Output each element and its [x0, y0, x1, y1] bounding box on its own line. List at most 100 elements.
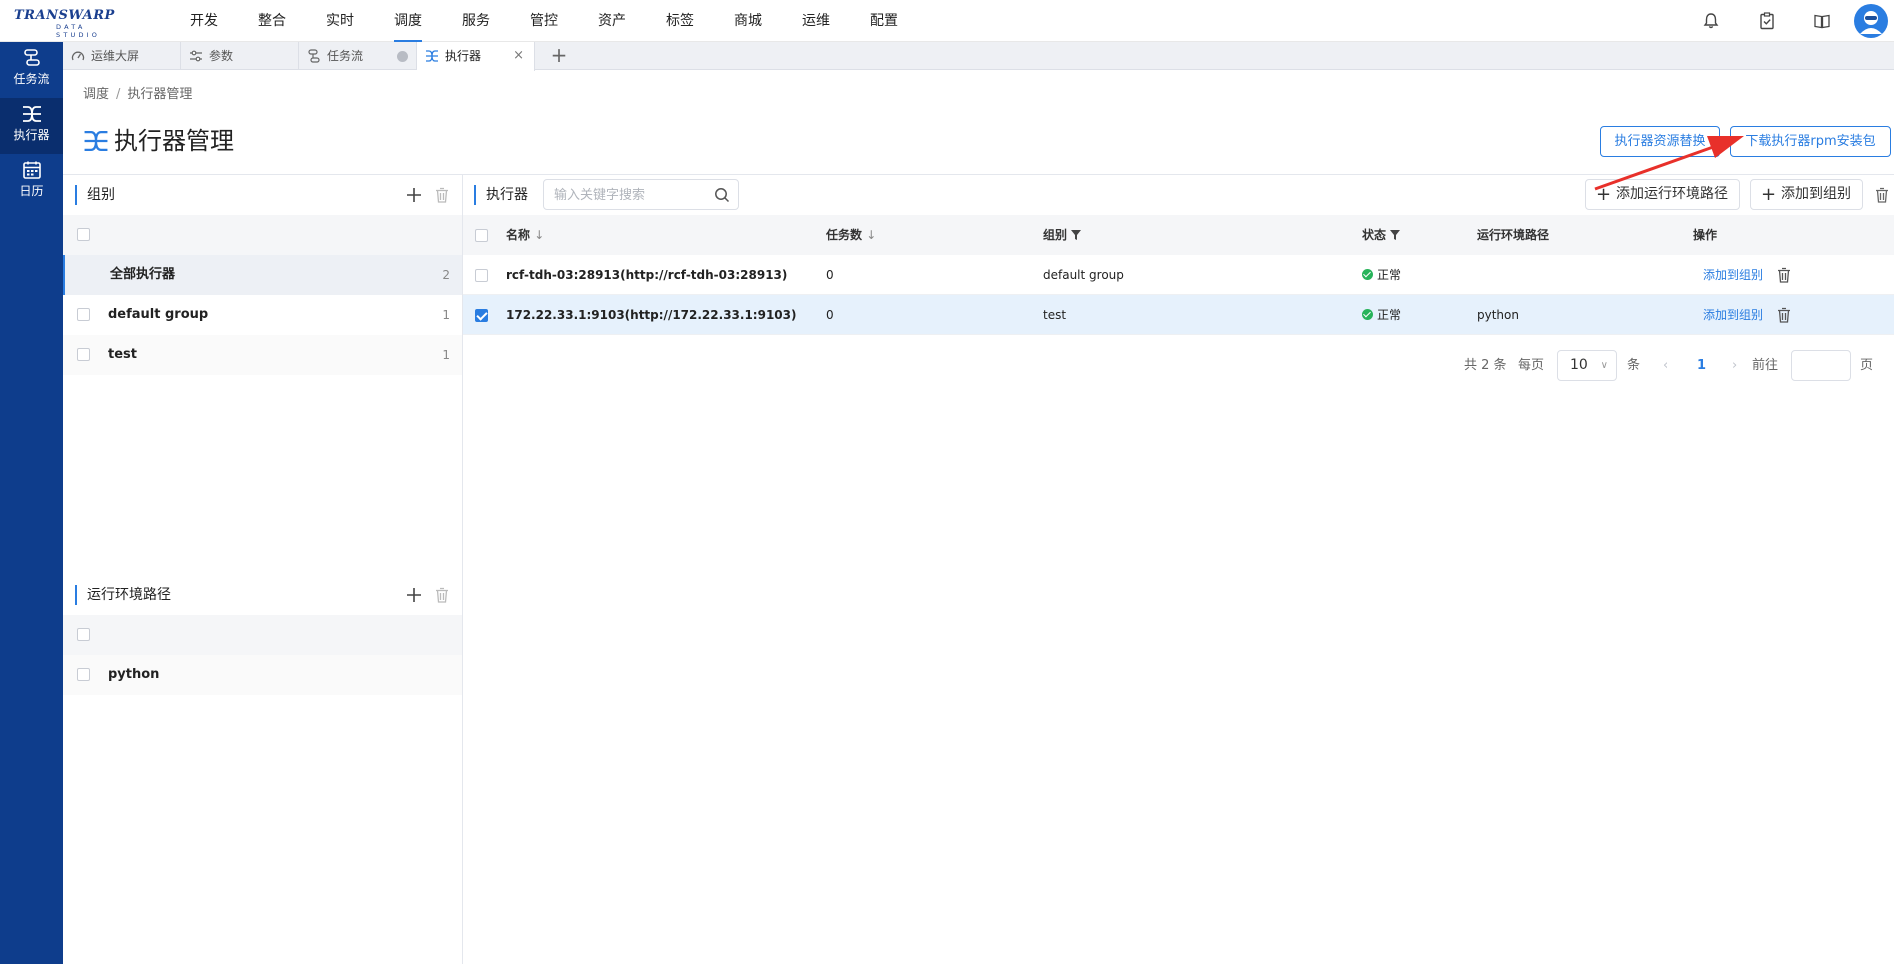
- delete-env-icon[interactable]: [433, 586, 451, 604]
- executor-icon: [22, 106, 41, 122]
- nav-item-ops[interactable]: 运维: [782, 0, 850, 42]
- group-item-all[interactable]: 全部执行器 2: [63, 255, 462, 295]
- sidebar-item-executor[interactable]: 执行器: [0, 98, 63, 154]
- add-to-group-link[interactable]: 添加到组别: [1703, 255, 1763, 295]
- nav-item-realtime[interactable]: 实时: [306, 0, 374, 42]
- replace-resource-button[interactable]: 执行器资源替换: [1600, 126, 1720, 157]
- group-list-header: [63, 215, 462, 255]
- env-panel-title: 运行环境路径: [75, 585, 171, 605]
- check-circle-icon: [1362, 269, 1373, 280]
- nav-item-schedule[interactable]: 调度: [374, 0, 442, 42]
- add-group-icon[interactable]: [405, 186, 423, 204]
- column-tasks[interactable]: 任务数 ↓: [826, 215, 876, 255]
- next-page-icon[interactable]: ›: [1732, 350, 1737, 381]
- executor-icon: [84, 130, 108, 152]
- filter-icon[interactable]: [1390, 230, 1401, 240]
- table-row[interactable]: 172.22.33.1:9103(http://172.22.33.1:9103…: [463, 295, 1894, 335]
- tab-executor[interactable]: 执行器 ×: [417, 42, 535, 71]
- nav-item-assets[interactable]: 资产: [578, 0, 646, 42]
- clipboard-check-icon[interactable]: [1757, 11, 1777, 31]
- search-icon[interactable]: [714, 187, 730, 203]
- group-item-count: 1: [442, 308, 450, 322]
- book-icon[interactable]: [1812, 11, 1832, 31]
- sort-icon[interactable]: ↓: [866, 228, 876, 242]
- column-env-path: 运行环境路径: [1477, 228, 1550, 242]
- row-checkbox[interactable]: [475, 269, 488, 282]
- nav-item-config[interactable]: 配置: [850, 0, 918, 42]
- column-actions: 操作: [1693, 228, 1718, 242]
- add-env-icon[interactable]: [405, 586, 423, 604]
- sidebar-item-calendar[interactable]: 日历: [0, 154, 63, 210]
- status-text: 正常: [1377, 308, 1402, 322]
- page-number-current[interactable]: 1: [1697, 350, 1706, 381]
- delete-row-icon[interactable]: [1775, 266, 1793, 284]
- pagination-unit: 条: [1627, 358, 1641, 373]
- select-all-env-checkbox[interactable]: [77, 628, 90, 641]
- tab-label: 任务流: [327, 49, 364, 63]
- filter-icon[interactable]: [1071, 230, 1082, 240]
- sort-icon[interactable]: ↓: [534, 228, 544, 242]
- add-to-group-link[interactable]: 添加到组别: [1703, 295, 1763, 335]
- group-item-test[interactable]: test 1: [63, 335, 462, 375]
- add-to-group-button[interactable]: + 添加到组别: [1750, 179, 1863, 210]
- nav-item-integrate[interactable]: 整合: [238, 0, 306, 42]
- tab-ops-dashboard[interactable]: 运维大屏: [63, 42, 181, 70]
- breadcrumb-separator: /: [116, 87, 121, 102]
- nav-item-control[interactable]: 管控: [510, 0, 578, 42]
- plus-icon: +: [1596, 184, 1612, 205]
- column-tasks-label: 任务数: [826, 228, 863, 242]
- calendar-icon: [22, 161, 41, 179]
- column-name[interactable]: 名称 ↓: [506, 215, 544, 255]
- page-size-select[interactable]: 10 ∨: [1557, 350, 1617, 381]
- group-checkbox[interactable]: [77, 348, 90, 361]
- nav-item-mall[interactable]: 商城: [714, 0, 782, 42]
- nav-item-tags[interactable]: 标签: [646, 0, 714, 42]
- tab-label: 执行器: [445, 49, 482, 63]
- content-divider: [63, 174, 1894, 175]
- top-bar: TRANSWARP DATA STUDIO 开发 整合 实时 调度 服务 管控 …: [0, 0, 1894, 42]
- column-status-label: 状态: [1362, 228, 1387, 242]
- tab-label: 运维大屏: [91, 49, 140, 63]
- select-all-groups-checkbox[interactable]: [77, 228, 90, 241]
- side-nav: 任务流 执行器 日历: [0, 42, 63, 964]
- tab-workflow[interactable]: 任务流: [299, 42, 417, 70]
- delete-row-icon[interactable]: [1775, 306, 1793, 324]
- add-env-path-button[interactable]: + 添加运行环境路径: [1585, 179, 1740, 210]
- row-checkbox[interactable]: [475, 309, 488, 322]
- env-item-python[interactable]: python: [63, 655, 462, 695]
- column-status[interactable]: 状态: [1362, 215, 1401, 255]
- nav-item-dev[interactable]: 开发: [170, 0, 238, 42]
- transwarp-logo[interactable]: TRANSWARP DATA STUDIO: [14, 8, 130, 40]
- unsaved-dot: [397, 51, 408, 62]
- logo-text: TRANSWARP: [14, 8, 115, 23]
- group-checkbox[interactable]: [77, 308, 90, 321]
- executor-name: rcf-tdh-03:28913(http://rcf-tdh-03:28913…: [506, 268, 788, 282]
- executor-status: 正常: [1362, 295, 1401, 335]
- download-rpm-button[interactable]: 下载执行器rpm安装包: [1730, 126, 1891, 157]
- env-list-header: [63, 615, 462, 655]
- breadcrumb-parent[interactable]: 调度: [83, 87, 109, 102]
- group-item-name: 全部执行器: [110, 267, 176, 282]
- search-input[interactable]: [554, 186, 704, 204]
- delete-group-icon[interactable]: [433, 186, 451, 204]
- goto-page-input[interactable]: [1791, 350, 1851, 381]
- group-item-default[interactable]: default group 1: [63, 295, 462, 335]
- prev-page-icon[interactable]: ‹: [1663, 350, 1668, 381]
- column-group[interactable]: 组别: [1043, 215, 1082, 255]
- add-to-group-label: 添加到组别: [1781, 186, 1851, 202]
- tab-params[interactable]: 参数: [181, 42, 299, 70]
- select-all-checkbox[interactable]: [475, 229, 488, 242]
- sidebar-item-workflow[interactable]: 任务流: [0, 42, 63, 98]
- nav-item-service[interactable]: 服务: [442, 0, 510, 42]
- search-field[interactable]: [543, 179, 739, 210]
- add-tab-button[interactable]: +: [545, 42, 573, 70]
- env-checkbox[interactable]: [77, 668, 90, 681]
- table-row[interactable]: rcf-tdh-03:28913(http://rcf-tdh-03:28913…: [463, 255, 1894, 295]
- bell-icon[interactable]: [1701, 11, 1721, 31]
- column-name-label: 名称: [506, 228, 531, 242]
- close-icon[interactable]: ×: [513, 42, 524, 70]
- user-avatar[interactable]: [1854, 4, 1888, 38]
- task-count: 0: [826, 308, 834, 322]
- tab-label: 参数: [209, 49, 234, 63]
- delete-executor-icon[interactable]: [1873, 186, 1891, 204]
